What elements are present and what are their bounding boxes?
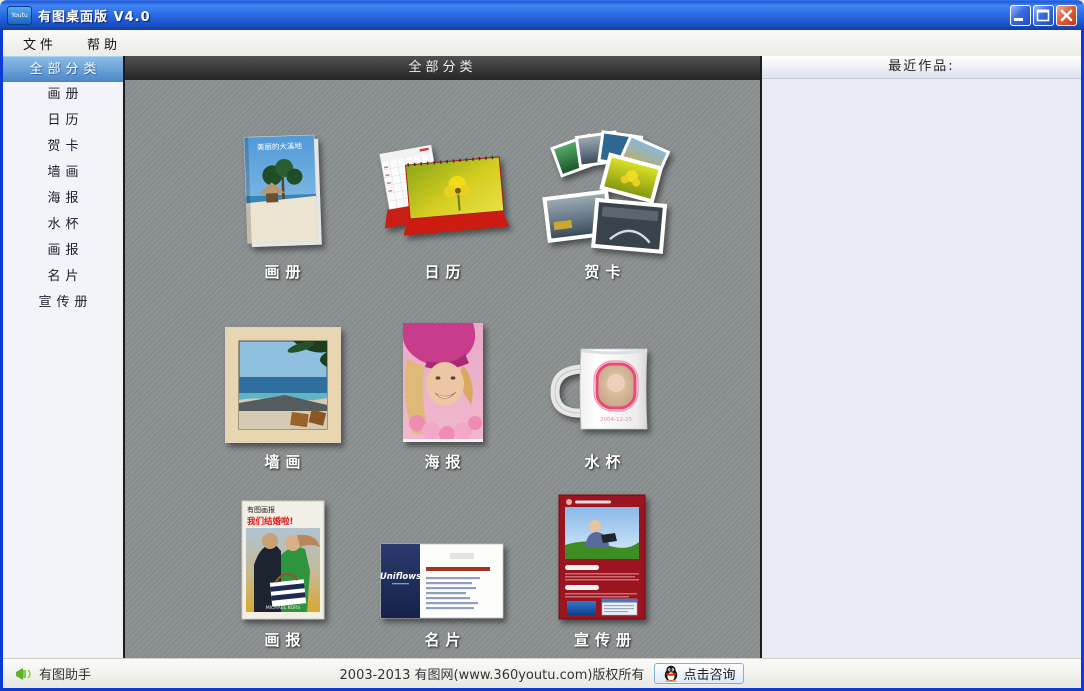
sidebar-item-pictorial[interactable]: 画报	[3, 238, 123, 264]
tile-pictorial[interactable]: 有图画报 我们结婚啦!	[203, 480, 363, 658]
minimize-button[interactable]	[1010, 5, 1031, 26]
app-window: Youtu 有图桌面版 V4.0 文件 帮助 全部分类 画册 日历	[0, 0, 1084, 691]
minimize-icon	[1011, 6, 1030, 25]
svg-text:我们结婚啦!: 我们结婚啦!	[247, 516, 293, 527]
window-title: 有图桌面版 V4.0	[38, 6, 151, 25]
grid-row-2: 墙画	[125, 290, 760, 480]
sidebar-item-mug[interactable]: 水杯	[3, 212, 123, 238]
assistant-launcher[interactable]: 有图助手	[15, 664, 91, 683]
tile-label: 墙画	[258, 445, 306, 480]
wall-art-thumbnail-icon	[223, 290, 343, 445]
svg-text:MICHAEL KORS: MICHAEL KORS	[265, 605, 300, 611]
megaphone-icon	[15, 666, 33, 682]
window-frame: 文件 帮助 全部分类 画册 日历 贺卡 墙画 海报 水杯 画报 名片 宣传册 全…	[0, 30, 1084, 691]
maximize-icon	[1034, 6, 1053, 25]
svg-text:有图画报: 有图画报	[247, 505, 275, 514]
app-logo-icon: Youtu	[7, 6, 32, 25]
tile-photo-book[interactable]: 美丽的大溪地 画册	[203, 88, 363, 290]
category-panel-header: 全部分类	[125, 56, 760, 80]
tile-poster[interactable]: 海报	[363, 290, 523, 480]
svg-text:Uniflows: Uniflows	[379, 572, 420, 582]
brochure-thumbnail-icon	[557, 480, 649, 623]
grid-row-3: 有图画报 我们结婚啦!	[125, 480, 760, 658]
mug-thumbnail-icon: 2004-12-25	[547, 290, 659, 445]
sidebar-item-greeting-card[interactable]: 贺卡	[3, 134, 123, 160]
calendar-thumbnail-icon	[373, 88, 513, 255]
window-controls	[1010, 5, 1077, 26]
menu-file[interactable]: 文件	[23, 34, 57, 53]
sidebar-item-wall-art[interactable]: 墙画	[3, 160, 123, 186]
statusbar: 有图助手 2003-2013 有图网(www.360youtu.com)版权所有	[3, 658, 1081, 688]
sidebar-item-photo-book[interactable]: 画册	[3, 82, 123, 108]
sidebar-item-all-categories[interactable]: 全部分类	[3, 56, 123, 82]
copyright-text: 2003-2013 有图网(www.360youtu.com)版权所有	[340, 664, 645, 683]
recent-works-list	[762, 79, 1081, 658]
tile-label: 宣传册	[568, 623, 637, 658]
assistant-label: 有图助手	[39, 664, 91, 683]
business-card-thumbnail-icon: Uniflows	[378, 480, 508, 623]
close-icon	[1057, 6, 1076, 25]
sidebar: 全部分类 画册 日历 贺卡 墙画 海报 水杯 画报 名片 宣传册	[3, 56, 123, 658]
tile-label: 画册	[258, 255, 306, 290]
tile-label: 画报	[258, 623, 306, 658]
tile-label: 水杯	[578, 445, 626, 480]
statusbar-center: 2003-2013 有图网(www.360youtu.com)版权所有	[340, 663, 745, 684]
sidebar-item-poster[interactable]: 海报	[3, 186, 123, 212]
sidebar-item-calendar[interactable]: 日历	[3, 108, 123, 134]
consult-label: 点击咨询	[683, 664, 735, 683]
category-panel: 全部分类	[123, 56, 762, 658]
svg-text:美丽的大溪地: 美丽的大溪地	[256, 140, 302, 152]
tile-brochure[interactable]: 宣传册	[523, 480, 683, 658]
category-grid: 美丽的大溪地 画册	[125, 80, 760, 658]
grid-row-1: 美丽的大溪地 画册	[125, 88, 760, 290]
pictorial-thumbnail-icon: 有图画报 我们结婚啦!	[240, 480, 326, 623]
tile-label: 名片	[418, 623, 466, 658]
tile-business-card[interactable]: Uniflows	[363, 480, 523, 658]
menubar: 文件 帮助	[3, 30, 1081, 56]
photo-book-thumbnail-icon: 美丽的大溪地	[239, 88, 327, 255]
tile-mug[interactable]: 2004-12-25 水杯	[523, 290, 683, 480]
poster-thumbnail-icon	[401, 290, 485, 445]
sidebar-item-business-card[interactable]: 名片	[3, 264, 123, 290]
tile-label: 海报	[418, 445, 466, 480]
consult-button[interactable]: 点击咨询	[654, 663, 744, 684]
tile-greeting-card[interactable]: 贺卡	[523, 88, 683, 290]
recent-works-header: 最近作品:	[762, 56, 1081, 79]
tile-calendar[interactable]: 日历	[363, 88, 523, 290]
menu-help[interactable]: 帮助	[87, 34, 121, 53]
greeting-cards-thumbnail-icon	[527, 88, 679, 255]
sidebar-item-brochure[interactable]: 宣传册	[3, 290, 123, 316]
titlebar: Youtu 有图桌面版 V4.0	[0, 0, 1084, 30]
tile-label: 日历	[418, 255, 466, 290]
main-area: 全部分类 画册 日历 贺卡 墙画 海报 水杯 画报 名片 宣传册 全部分类	[3, 56, 1081, 658]
maximize-button[interactable]	[1033, 5, 1054, 26]
tile-wall-art[interactable]: 墙画	[203, 290, 363, 480]
qq-penguin-icon	[663, 665, 679, 682]
recent-works-panel: 最近作品:	[762, 56, 1081, 658]
tile-label: 贺卡	[578, 255, 626, 290]
svg-text:2004-12-25: 2004-12-25	[600, 417, 632, 423]
close-button[interactable]	[1056, 5, 1077, 26]
